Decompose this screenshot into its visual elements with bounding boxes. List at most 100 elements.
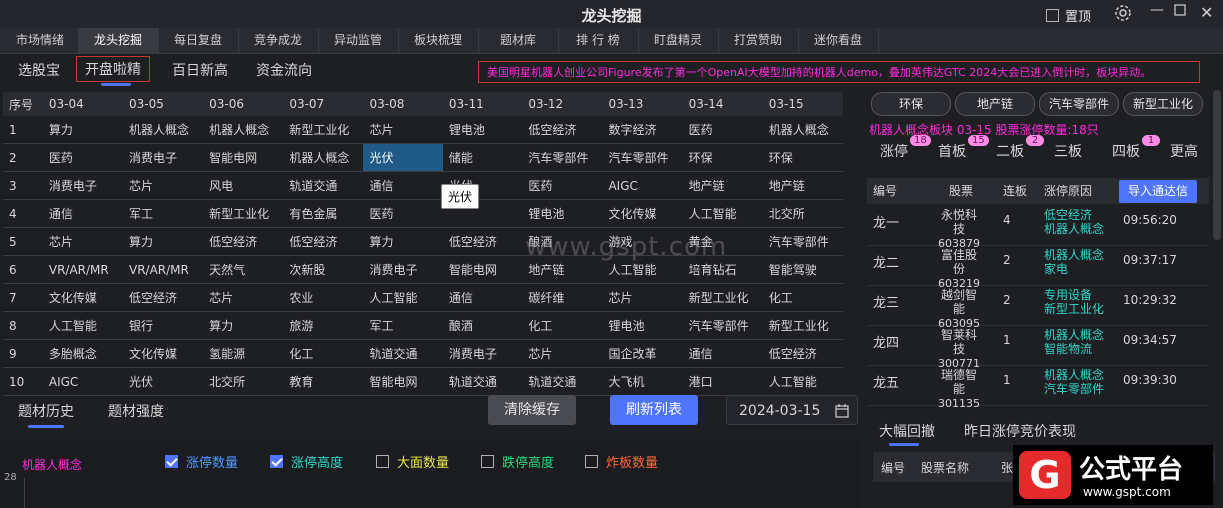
import-tdx-button[interactable]: 导入通达信	[1119, 180, 1197, 203]
theme-cell[interactable]: 人工智能	[363, 283, 443, 312]
theme-cell[interactable]: 化工	[522, 311, 603, 340]
subtab-fund-flow[interactable]: 资金流向	[256, 60, 312, 80]
tab-yesterday-auction[interactable]: 昨日涨停竞价表现	[964, 421, 1076, 441]
theme-cell[interactable]: 文化传媒	[42, 283, 123, 312]
theme-cell[interactable]: 低空经济	[283, 227, 364, 256]
theme-cell[interactable]: 芯片	[522, 339, 603, 368]
theme-cell[interactable]: 新型工业化	[203, 199, 284, 228]
tab-market-sentiment[interactable]: 市场情绪	[0, 28, 81, 53]
theme-cell[interactable]: 新型工业化	[283, 116, 364, 144]
theme-cell[interactable]: 人工智能	[762, 367, 843, 396]
theme-cell[interactable]: 低空经济	[203, 227, 284, 256]
theme-cell[interactable]: 多胎概念	[42, 339, 123, 368]
theme-cell[interactable]: VR/AR/MR	[42, 255, 123, 284]
theme-cell[interactable]: AIGC	[602, 171, 683, 200]
theme-cell[interactable]: 芯片	[203, 283, 284, 312]
theme-cell[interactable]: 通信	[363, 171, 443, 200]
theme-cell[interactable]: 北交所	[762, 199, 843, 228]
theme-cell[interactable]: 汽车零部件	[682, 311, 763, 340]
theme-cell[interactable]: 消费电子	[363, 255, 443, 284]
theme-cell[interactable]: 银行	[123, 311, 204, 340]
board-tab-higher[interactable]: 更高	[1170, 141, 1198, 161]
theme-cell[interactable]: 低空经济	[762, 339, 843, 368]
tab-ranking[interactable]: 排 行 榜	[558, 28, 639, 53]
settings-gear-icon[interactable]	[1114, 4, 1132, 26]
theme-cell[interactable]: 通信	[682, 339, 763, 368]
calendar-icon[interactable]	[835, 396, 849, 426]
theme-cell[interactable]: 机器人概念	[123, 116, 204, 144]
tag-button[interactable]: 汽车零部件	[1039, 92, 1119, 116]
subtab-kaipanla[interactable]: 开盘啦精	[76, 56, 150, 86]
theme-cell[interactable]: 地产链	[762, 171, 843, 200]
tag-button[interactable]: 地产链	[955, 92, 1035, 116]
theme-cell[interactable]: 汽车零部件	[602, 143, 683, 172]
legend-toggle[interactable]: 涨停数量	[165, 452, 238, 471]
theme-cell[interactable]: 轨道交通	[522, 367, 603, 396]
theme-cell[interactable]: 智能电网	[442, 255, 523, 284]
theme-cell[interactable]: 次新股	[283, 255, 364, 284]
pin-checkbox[interactable]	[1046, 9, 1059, 22]
tag-button[interactable]: 新型工业化	[1123, 92, 1203, 116]
tab-anomaly-watch[interactable]: 异动监管	[318, 28, 399, 53]
theme-cell[interactable]: 旅游	[283, 311, 364, 340]
theme-cell[interactable]: 智能电网	[203, 143, 284, 172]
theme-cell[interactable]: 北交所	[203, 367, 284, 396]
theme-cell[interactable]: 医药	[522, 171, 603, 200]
theme-cell[interactable]: 芯片	[123, 171, 204, 200]
theme-cell[interactable]: 碳纤维	[522, 283, 603, 312]
theme-cell[interactable]: 新型工业化	[682, 283, 763, 312]
theme-cell[interactable]: 军工	[123, 199, 204, 228]
theme-cell[interactable]: 轨道交通	[283, 171, 364, 200]
theme-cell[interactable]: 机器人概念	[762, 116, 843, 144]
theme-cell[interactable]: 算力	[363, 227, 443, 256]
theme-cell[interactable]: 医药	[363, 199, 443, 228]
theme-cell[interactable]: 医药	[42, 143, 123, 172]
theme-cell[interactable]: 低空经济	[522, 116, 603, 144]
theme-cell[interactable]: 氢能源	[203, 339, 284, 368]
right-panel-scrollbar[interactable]	[1213, 90, 1221, 240]
table-row[interactable]: 3消费电子芯片风电轨道交通通信光伏医药AIGC地产链地产链	[3, 171, 843, 200]
legend-checkbox[interactable]	[270, 455, 283, 468]
theme-cell[interactable]: 低空经济	[442, 227, 523, 256]
theme-cell[interactable]: 消费电子	[123, 143, 204, 172]
legend-checkbox[interactable]	[585, 455, 598, 468]
theme-cell[interactable]: 低空经济	[123, 283, 204, 312]
theme-cell[interactable]: 酿酒	[442, 311, 523, 340]
theme-cell[interactable]: 汽车零部件	[522, 143, 603, 172]
theme-cell[interactable]: 算力	[123, 227, 204, 256]
subtab-xuangubao[interactable]: 选股宝	[18, 60, 60, 80]
theme-cell[interactable]: 人工智能	[42, 311, 123, 340]
theme-cell[interactable]: 锂电池	[602, 311, 683, 340]
theme-cell[interactable]: 锂电池	[442, 116, 523, 144]
theme-cell[interactable]: 数字经济	[602, 116, 683, 144]
maximize-icon[interactable]	[1174, 4, 1186, 20]
theme-cell[interactable]: 算力	[42, 116, 123, 144]
theme-cell[interactable]: 大飞机	[602, 367, 683, 396]
tab-theme-strength[interactable]: 题材强度	[108, 401, 164, 421]
table-row[interactable]: 9 多胎概念 文化传媒 氢能源 化工 轨道交通 消费电子 芯片 国企改革 通信 低空经济	[3, 339, 843, 368]
theme-cell[interactable]: 风电	[203, 171, 284, 200]
tab-big-pullback[interactable]: 大幅回撤	[879, 421, 935, 446]
theme-cell[interactable]: 医药	[682, 116, 763, 144]
board-tab-fourth[interactable]: 四板 1	[1112, 135, 1160, 161]
board-tab-second[interactable]: 二板 2	[996, 135, 1044, 161]
theme-cell[interactable]: 智能电网	[363, 367, 443, 396]
close-icon[interactable]: ✕	[1200, 3, 1213, 22]
board-tab-limit-up[interactable]: 涨停 18	[880, 135, 931, 161]
theme-cell[interactable]: 文化传媒	[602, 199, 683, 228]
board-tab-third[interactable]: 三板	[1054, 141, 1082, 161]
theme-cell[interactable]: 国企改革	[602, 339, 683, 368]
theme-cell[interactable]: 储能	[442, 143, 523, 172]
theme-cell[interactable]: 机器人概念	[283, 143, 364, 172]
tab-theme-library[interactable]: 题材库	[478, 28, 559, 53]
theme-cell[interactable]: VR/AR/MR	[123, 255, 204, 284]
legend-toggle[interactable]: 涨停高度	[270, 452, 343, 471]
table-row[interactable]: 2 医药 消费电子 智能电网 机器人概念 光伏 储能 汽车零部件 汽车零部件 环保 环保	[3, 143, 843, 172]
subtab-100day-high[interactable]: 百日新高	[172, 60, 228, 80]
theme-cell[interactable]: 环保	[762, 143, 843, 172]
table-row[interactable]: 8 人工智能 银行 算力 旅游 军工 酿酒 化工 锂电池 汽车零部件 新型工业化	[3, 311, 843, 340]
legend-toggle[interactable]: 炸板数量	[585, 452, 658, 471]
theme-cell[interactable]: 光伏	[363, 143, 443, 172]
theme-cell[interactable]: 新型工业化	[762, 311, 843, 340]
tab-mini-view[interactable]: 迷你看盘	[798, 28, 879, 53]
